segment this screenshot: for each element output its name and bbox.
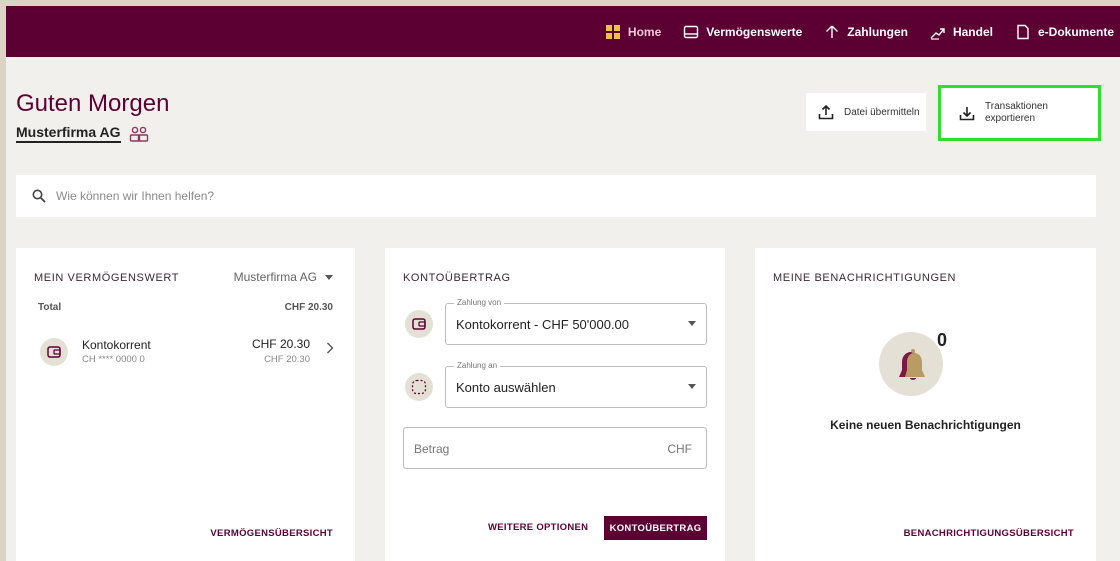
assets-card: MEIN VERMÖGENSWERT Musterfirma AG Total …: [16, 248, 355, 561]
grid-icon: [605, 24, 620, 39]
caret-down-icon: [688, 384, 696, 389]
company-row: Musterfirma AG: [16, 124, 149, 143]
transfer-card: KONTOÜBERTRAG Zahlung von Kontokorrent -…: [385, 248, 725, 561]
nav-trading[interactable]: Handel: [930, 24, 993, 40]
users-icon[interactable]: [129, 126, 149, 142]
target-placeholder-icon: [405, 373, 433, 401]
payment-from-select[interactable]: Zahlung von Kontokorrent - CHF 50'000.00: [445, 298, 707, 345]
transfer-submit-button[interactable]: KONTOÜBERTRAG: [604, 516, 707, 540]
from-wallet-icon: [405, 310, 433, 338]
trend-icon: [930, 27, 945, 40]
company-select[interactable]: Musterfirma AG: [234, 270, 333, 284]
more-options-button[interactable]: WEITERE OPTIONEN: [488, 522, 588, 533]
payment-to-select[interactable]: Zahlung an Konto auswählen: [445, 361, 707, 408]
nav-payments[interactable]: Zahlungen: [824, 24, 908, 40]
greeting-title: Guten Morgen: [16, 90, 170, 117]
notification-count: 0: [937, 330, 948, 350]
amount-placeholder: Betrag: [414, 442, 450, 456]
amount-input[interactable]: Betrag CHF: [403, 427, 707, 469]
no-notifications-text: Keine neuen Benachrichtigungen: [830, 418, 1021, 432]
nav-trading-label: Handel: [952, 24, 993, 39]
app-window: Home Vermögenswerte Zahlungen Handel e-D…: [6, 6, 1120, 561]
top-navigation: Home Vermögenswerte Zahlungen Handel e-D…: [6, 6, 1120, 57]
nav-payments-label: Zahlungen: [847, 24, 908, 39]
caret-down-icon: [325, 274, 333, 280]
download-icon: [959, 107, 975, 121]
upload-file-button[interactable]: Datei übermitteln: [806, 93, 926, 131]
export-transactions-button[interactable]: Transaktionen exportieren: [938, 85, 1101, 141]
account-wallet-icon: [40, 338, 68, 366]
nav-home[interactable]: Home: [605, 24, 661, 40]
payment-to-legend: Zahlung an: [454, 361, 501, 370]
assets-overview-link[interactable]: VERMÖGENSÜBERSICHT: [210, 528, 333, 539]
search-bar[interactable]: [16, 175, 1096, 217]
assets-card-title: MEIN VERMÖGENSWERT: [34, 272, 180, 284]
nav-edocs[interactable]: e-Dokumente: [1015, 24, 1114, 40]
payment-from-legend: Zahlung von: [454, 298, 505, 307]
nav-assets[interactable]: Vermögenswerte: [683, 24, 802, 40]
nav-home-label: Home: [627, 24, 662, 39]
account-row[interactable]: Kontokorrent CH **** 0000 0 CHF 20.30 CH…: [38, 334, 334, 370]
total-value: CHF 20.30: [284, 302, 333, 313]
arrow-up-icon: [826, 25, 839, 38]
nav-assets-label: Vermögenswerte: [706, 24, 803, 39]
account-name: Kontokorrent: [82, 338, 151, 352]
account-amount-sub: CHF 20.30: [264, 354, 310, 365]
transfer-card-title: KONTOÜBERTRAG: [403, 272, 511, 284]
search-input[interactable]: [56, 189, 956, 203]
total-label: Total: [38, 302, 62, 313]
export-transactions-label: Transaktionen exportieren: [985, 101, 1048, 124]
upload-icon: [818, 104, 834, 120]
search-icon: [32, 189, 46, 203]
payment-to-value: Konto auswählen: [456, 380, 556, 395]
notifications-card: MEINE BENACHRICHTIGUNGEN 0 Keine neuen B…: [755, 248, 1096, 561]
upload-file-label: Datei übermitteln: [844, 106, 920, 118]
company-select-value: Musterfirma AG: [233, 270, 317, 284]
document-icon: [1017, 24, 1029, 39]
amount-currency: CHF: [667, 442, 692, 456]
account-amount: CHF 20.30: [251, 337, 310, 351]
wallet-icon: [684, 25, 699, 38]
nav-edocs-label: e-Dokumente: [1037, 24, 1114, 39]
payment-from-value: Kontokorrent - CHF 50'000.00: [456, 317, 630, 332]
notifications-card-title: MEINE BENACHRICHTIGUNGEN: [773, 272, 957, 284]
account-iban: CH **** 0000 0: [82, 354, 145, 365]
chevron-right-icon: [327, 342, 334, 354]
company-link[interactable]: Musterfirma AG: [16, 124, 121, 143]
caret-down-icon: [688, 321, 696, 326]
bell-icon: [879, 332, 943, 396]
notifications-overview-link[interactable]: BENACHRICHTIGUNGSÜBERSICHT: [904, 528, 1074, 539]
